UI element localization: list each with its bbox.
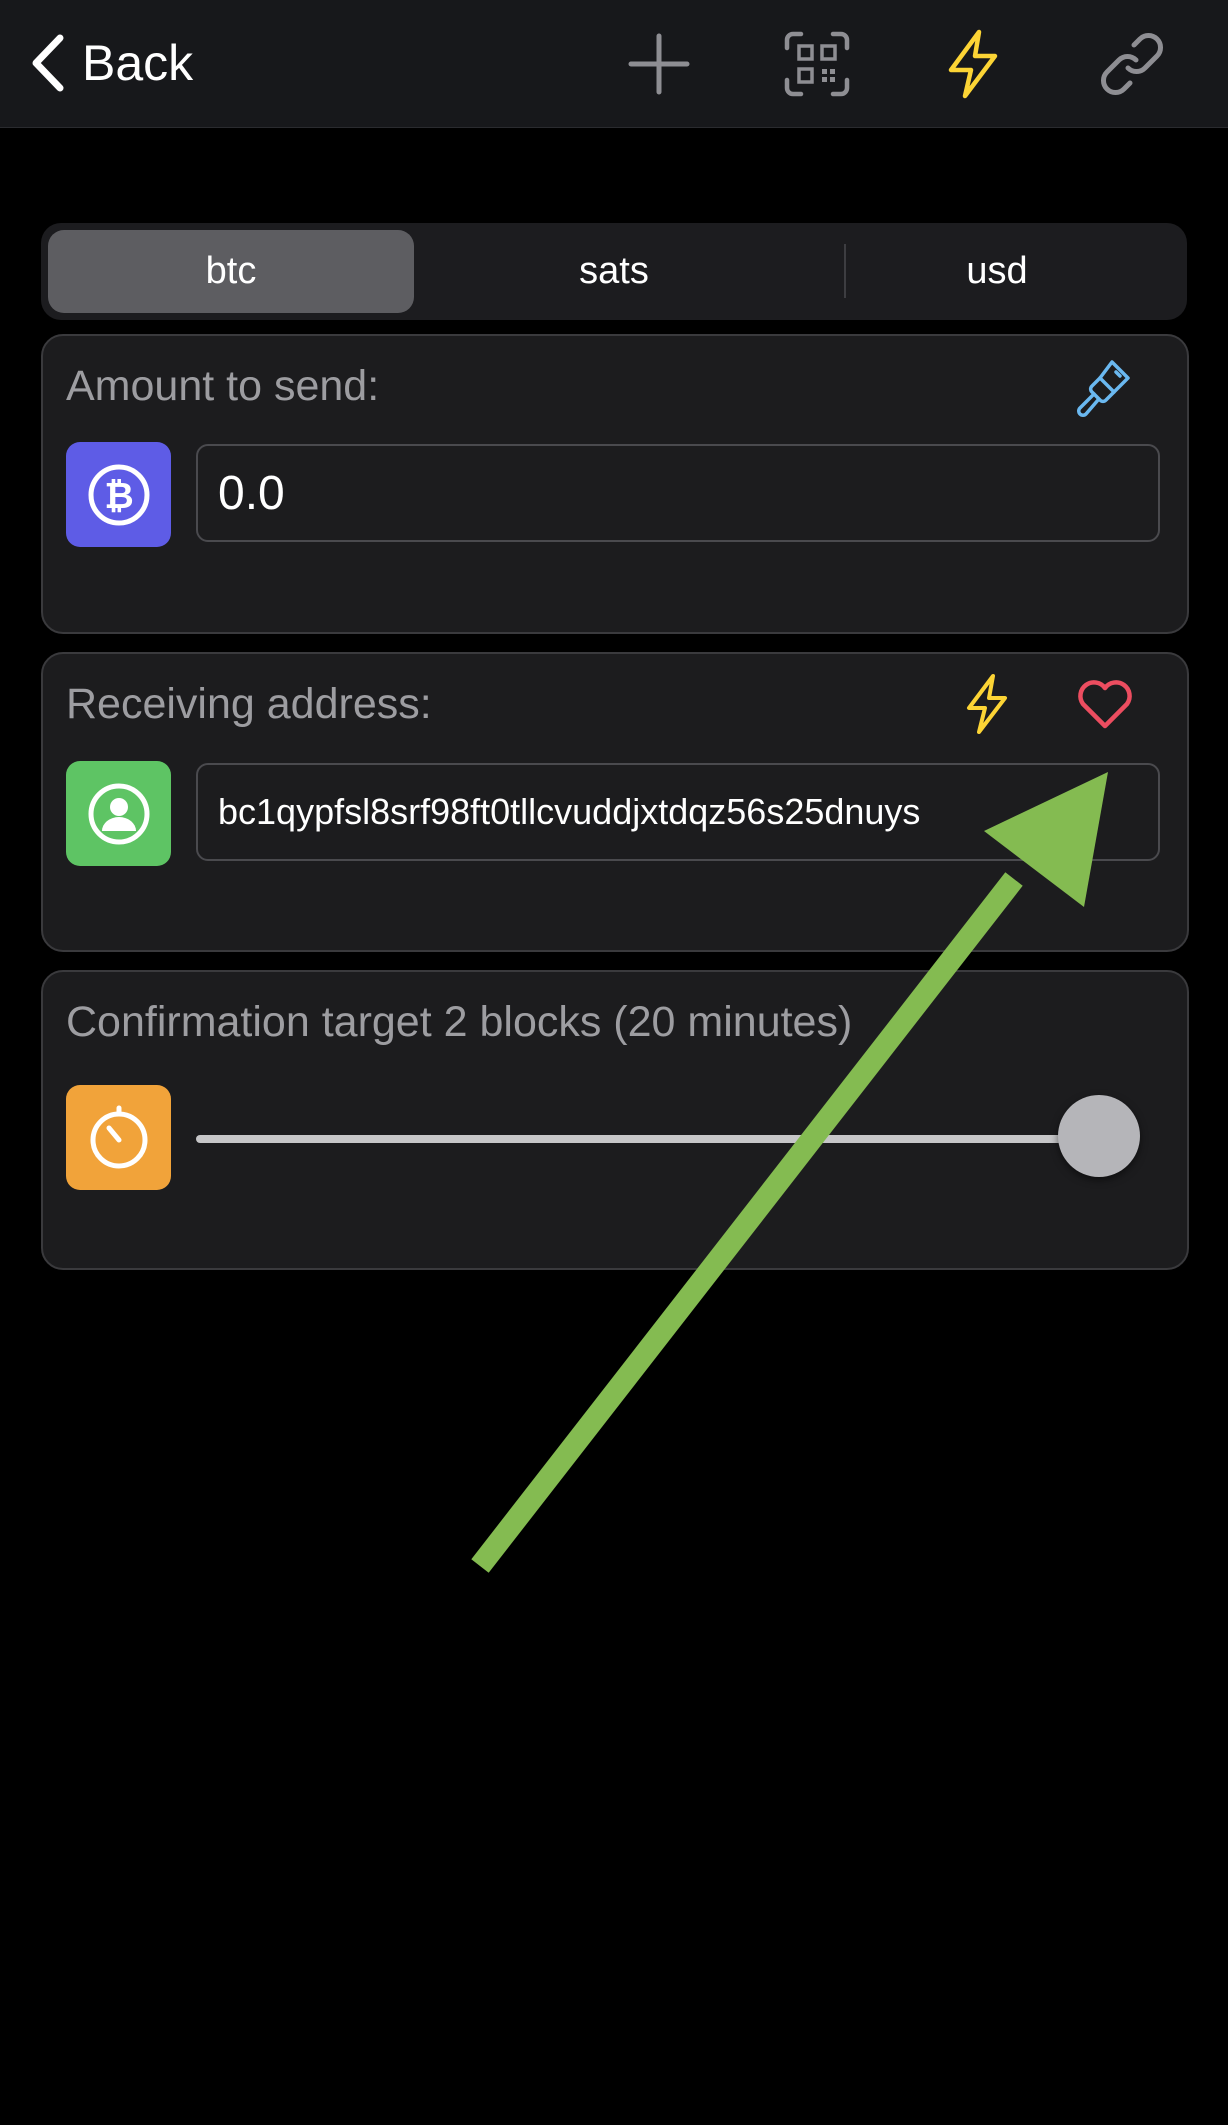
contact-icon (88, 783, 149, 844)
timer-badge (66, 1085, 171, 1190)
svg-text:₿: ₿ (104, 476, 133, 517)
back-button[interactable]: Back (28, 28, 193, 98)
contact-badge (66, 761, 171, 866)
back-label: Back (82, 35, 194, 91)
segment-usd[interactable]: usd (814, 230, 1180, 313)
confirmation-slider-track[interactable] (196, 1135, 1076, 1143)
qr-scan-icon[interactable] (779, 26, 855, 102)
receiving-label: Receiving address: (66, 680, 432, 728)
lightning-icon[interactable] (935, 26, 1011, 102)
lightning-icon[interactable] (955, 672, 1019, 736)
segment-btc[interactable]: btc (48, 230, 414, 313)
unit-segmented-control: btc sats usd (41, 223, 1187, 320)
chevron-left-icon (32, 34, 64, 92)
receiving-address-field[interactable]: bc1qypfsl8srf98ft0tllcvuddjxtdqz56s25dnu… (196, 763, 1160, 861)
timer-icon (90, 1105, 147, 1168)
confirmation-card: Confirmation target 2 blocks (20 minutes… (41, 970, 1189, 1270)
confirmation-slider-thumb[interactable] (1058, 1095, 1140, 1177)
heart-icon[interactable] (1073, 672, 1137, 736)
amount-input[interactable]: 0.0 (196, 444, 1160, 542)
bitcoin-badge: ₿ (66, 442, 171, 547)
amount-label: Amount to send: (66, 362, 380, 410)
receiving-card: Receiving address: bc1qypfsl8srf98ft0tll… (41, 652, 1189, 952)
paintbrush-icon[interactable] (1072, 356, 1136, 420)
segment-sats[interactable]: sats (431, 230, 797, 313)
link-icon[interactable] (1094, 26, 1170, 102)
navigation-bar: Back (0, 0, 1228, 128)
confirmation-label: Confirmation target 2 blocks (20 minutes… (66, 998, 853, 1046)
plus-icon[interactable] (621, 26, 697, 102)
amount-card: Amount to send: ₿ 0.0 (41, 334, 1189, 634)
bitcoin-icon: ₿ (88, 464, 149, 525)
